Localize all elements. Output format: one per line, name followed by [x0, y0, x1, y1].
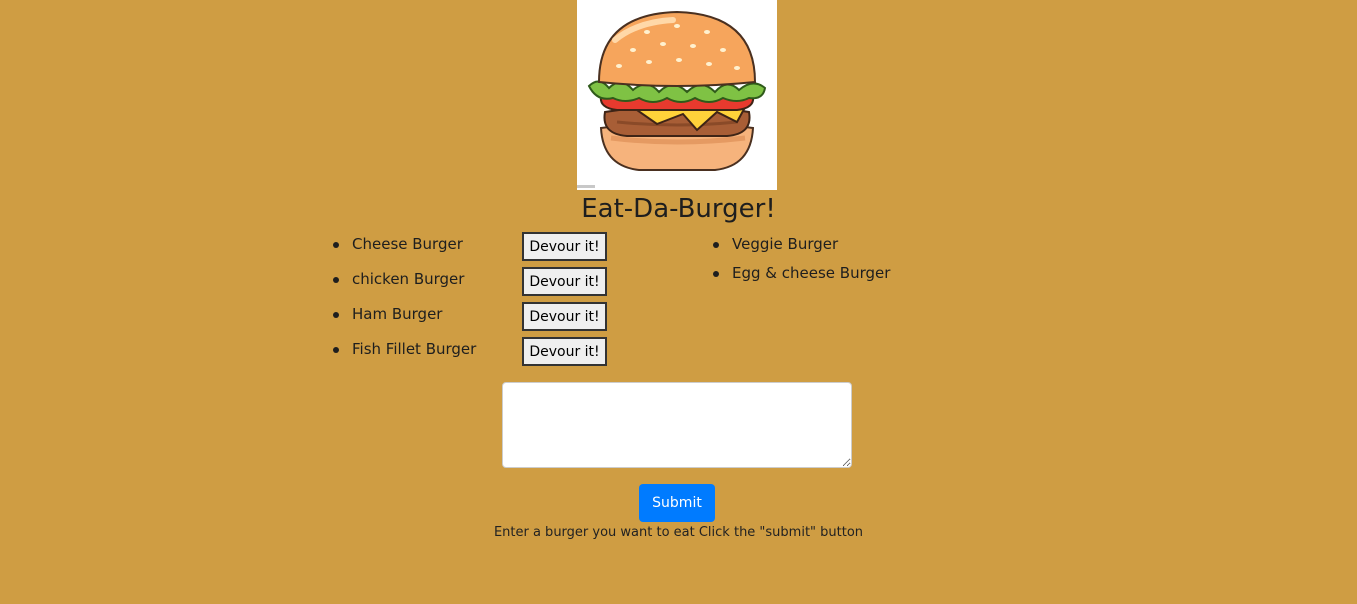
burger-name: Egg & cheese Burger [732, 264, 891, 282]
bullet-icon [333, 242, 339, 248]
list-item: Ham Burger Devour it! [333, 302, 623, 337]
list-item: Veggie Burger [713, 232, 1013, 261]
bullet-icon [713, 242, 719, 248]
burger-input[interactable] [502, 382, 852, 468]
bullet-icon [333, 347, 339, 353]
uneaten-burger-list: Cheese Burger Devour it! chicken Burger … [333, 232, 623, 372]
burger-name: Fish Fillet Burger [352, 340, 477, 358]
list-item: Cheese Burger Devour it! [333, 232, 623, 267]
list-item: Fish Fillet Burger Devour it! [333, 337, 623, 372]
instructions-text: Enter a burger you want to eat Click the… [493, 525, 864, 540]
devour-button[interactable]: Devour it! [522, 232, 607, 261]
list-item: Egg & cheese Burger [713, 261, 1013, 290]
bullet-icon [333, 277, 339, 283]
bullet-icon [713, 271, 719, 277]
burger-name: Cheese Burger [352, 235, 463, 253]
burger-name: chicken Burger [352, 270, 465, 288]
devour-button[interactable]: Devour it! [522, 337, 607, 366]
devour-button[interactable]: Devour it! [522, 302, 607, 331]
bullet-icon [333, 312, 339, 318]
burger-name: Ham Burger [352, 305, 443, 323]
submit-button[interactable]: Submit [639, 484, 715, 522]
list-item: chicken Burger Devour it! [333, 267, 623, 302]
devour-button[interactable]: Devour it! [522, 267, 607, 296]
burger-icon [587, 10, 767, 171]
image-scrollbar [577, 185, 595, 188]
burger-name: Veggie Burger [732, 235, 839, 253]
page-title: Eat-Da-Burger! [581, 194, 776, 224]
burger-image [577, 0, 777, 190]
devoured-burger-list: Veggie Burger Egg & cheese Burger [713, 232, 1013, 290]
